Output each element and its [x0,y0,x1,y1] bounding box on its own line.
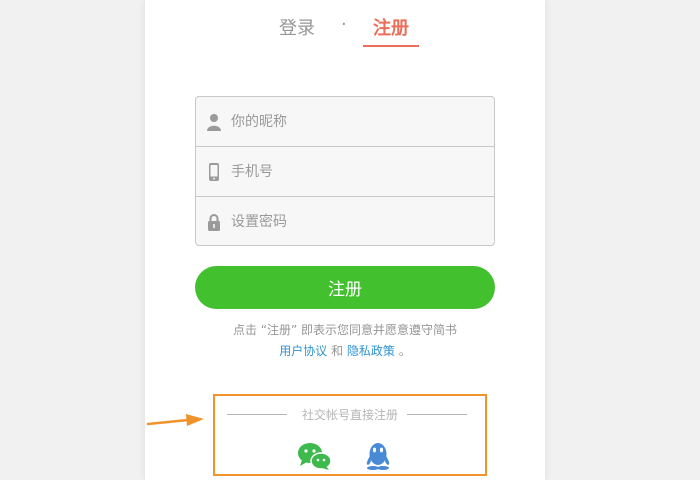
lock-icon [208,214,220,231]
password-field [196,197,494,245]
social-icons [215,442,485,472]
tab-separator: · [341,14,347,35]
nickname-field [196,97,494,147]
register-button[interactable]: 注册 [195,266,495,309]
qq-icon[interactable] [365,442,391,470]
agreement-prefix: 点击 “注册” 即表示您同意并愿意遵守简书 [232,323,458,337]
mobile-phone-icon [209,163,219,181]
user-agreement-link[interactable]: 用户协议 [279,344,327,358]
register-card: 登录 · 注册 注 [145,0,545,480]
tab-register[interactable]: 注册 [373,14,409,40]
agreement-links: 用户协议 和 隐私政策 。 [145,341,545,362]
agreement-notice: 点击 “注册” 即表示您同意并愿意遵守简书 用户协议 和 隐私政策 。 [145,320,545,362]
user-icon [207,114,221,131]
arrow-annotation [146,414,204,426]
register-form [195,96,495,246]
social-register-box: 社交帐号直接注册 [213,394,487,476]
nickname-input[interactable] [231,97,481,146]
divider-line-right [407,414,467,415]
agreement-and-text: 和 [331,344,344,358]
auth-tabs: 登录 · 注册 [145,0,545,60]
wechat-icon[interactable] [297,442,331,470]
privacy-policy-link[interactable]: 隐私政策 [347,344,395,358]
phone-field [196,147,494,197]
phone-input[interactable] [231,147,481,196]
agreement-suffix: 。 [398,344,411,358]
tab-login[interactable]: 登录 [279,14,315,40]
password-input[interactable] [231,197,481,245]
active-tab-underline [363,45,419,47]
